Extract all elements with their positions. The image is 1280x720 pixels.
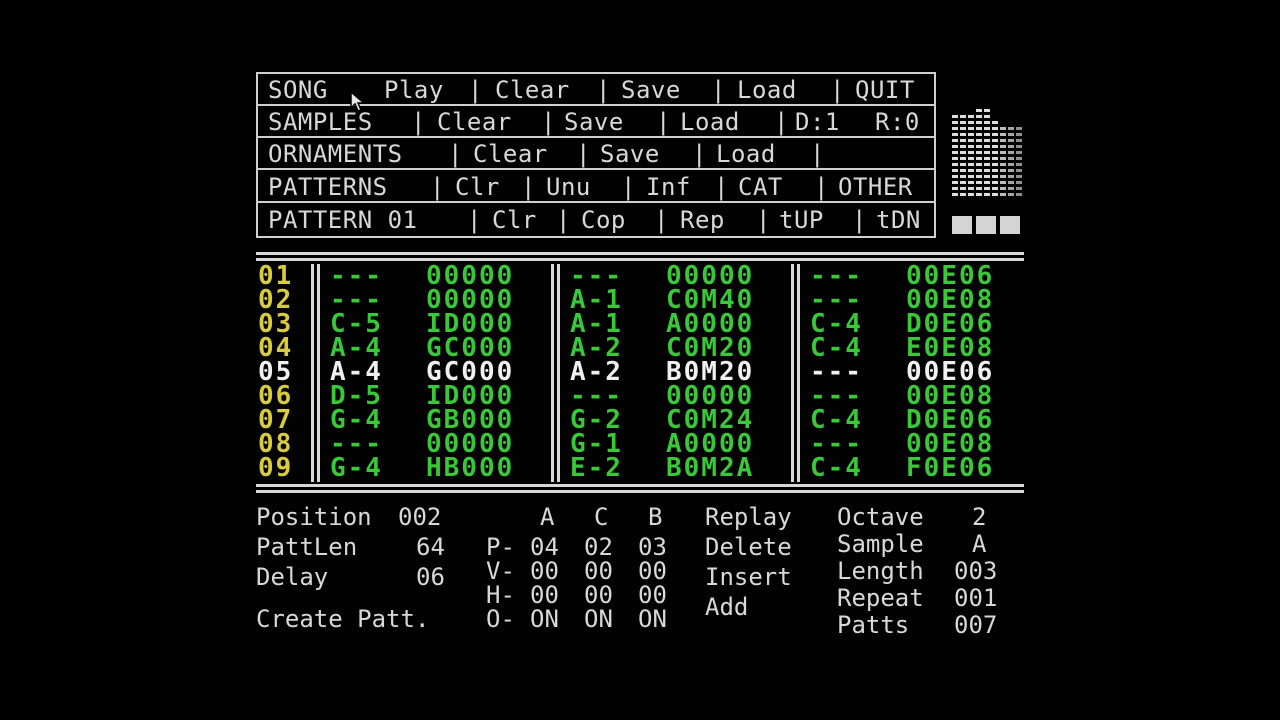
separator: | [756, 206, 771, 234]
separator: | [556, 206, 571, 234]
song-load-button[interactable]: Load [737, 77, 797, 103]
pattern-row[interactable]: 09 G-4 HB000 E-2 B0M2A C-4 F0E06 [256, 455, 1024, 481]
song-play-button[interactable]: Play [384, 77, 444, 103]
song-clear-button[interactable]: Clear [495, 77, 570, 103]
channel-b-indicator [976, 216, 996, 234]
delete-button[interactable]: Delete [705, 534, 792, 560]
sample-r-setting[interactable]: R:0 [875, 109, 920, 135]
channel-header-a: A [540, 503, 555, 531]
separator: | [621, 173, 636, 201]
patterns-clr-button[interactable]: Clr [455, 174, 500, 200]
mouse-pointer-icon [350, 90, 367, 112]
menu-row-ornaments: ORNAMENTS | Clear | Save | Load | [258, 138, 934, 170]
octave-value[interactable]: 2 [972, 504, 986, 530]
octave-label: Octave [837, 503, 924, 531]
quit-button[interactable]: QUIT [855, 77, 915, 103]
pattern-cop-button[interactable]: Cop [581, 207, 626, 233]
samples-clear-button[interactable]: Clear [437, 109, 512, 135]
sample-value[interactable]: A [972, 531, 986, 557]
pattern-tdn-button[interactable]: tDN [876, 207, 921, 233]
song-label: SONG [268, 76, 328, 104]
separator: | [654, 206, 669, 234]
samples-save-button[interactable]: Save [564, 109, 624, 135]
ornaments-clear-button[interactable]: Clear [473, 141, 548, 167]
repeat-value[interactable]: 001 [954, 585, 997, 611]
create-pattern-button[interactable]: Create Patt. [256, 606, 429, 632]
song-save-button[interactable]: Save [621, 77, 681, 103]
separator: | [692, 140, 707, 168]
pattern-clr-button[interactable]: Clr [492, 207, 537, 233]
separator: | [430, 173, 445, 201]
patterns-cat-button[interactable]: CAT [738, 174, 783, 200]
delay-value[interactable]: 06 [416, 564, 445, 590]
level-meter-icon [952, 100, 1024, 196]
separator: | [467, 206, 482, 234]
pattern-divider [256, 484, 1024, 487]
ornaments-save-button[interactable]: Save [600, 141, 660, 167]
pattern-rep-button[interactable]: Rep [680, 207, 725, 233]
patts-label: Patts [837, 611, 910, 639]
separator: | [814, 173, 829, 201]
length-label: Length [837, 557, 924, 585]
separator: | [810, 140, 825, 168]
patterns-inf-button[interactable]: Inf [646, 174, 691, 200]
add-button[interactable]: Add [705, 594, 748, 620]
separator: | [656, 108, 671, 136]
separator: | [711, 76, 726, 104]
channel-b-note[interactable]: E-2 [570, 455, 623, 481]
channel-header-c: C [594, 503, 609, 531]
position-value[interactable]: 002 [398, 504, 441, 530]
pattlen-value[interactable]: 64 [416, 534, 445, 560]
channel-a-note[interactable]: G-4 [330, 455, 383, 481]
separator: | [830, 76, 845, 104]
separator: | [541, 108, 556, 136]
replay-button[interactable]: Replay [705, 504, 792, 530]
o-value-a[interactable]: ON [530, 606, 559, 632]
channel-c-indicator [1000, 216, 1020, 234]
patterns-label: PATTERNS [268, 173, 388, 201]
separator: | [468, 76, 483, 104]
pattlen-label: PattLen [256, 533, 358, 561]
pattern-label: PATTERN 01 [268, 206, 418, 234]
pattern-divider [256, 490, 1024, 493]
menu-row-patterns: PATTERNS | Clr | Unu | Inf | CAT | OTHER [258, 171, 934, 203]
menu-row-pattern: PATTERN 01 | Clr | Cop | Rep | tUP | tDN [258, 204, 934, 236]
channel-a-indicator [952, 216, 972, 234]
channel-a-effect[interactable]: HB000 [426, 455, 514, 481]
patterns-unu-button[interactable]: Unu [546, 174, 591, 200]
channel-header-b: B [648, 503, 663, 531]
samples-load-button[interactable]: Load [680, 109, 740, 135]
o-value-b[interactable]: ON [638, 606, 667, 632]
row-number[interactable]: 09 [258, 455, 293, 481]
separator: | [411, 108, 426, 136]
separator: | [596, 76, 611, 104]
separator: | [774, 108, 789, 136]
o-value-c[interactable]: ON [584, 606, 613, 632]
patts-value[interactable]: 007 [954, 612, 997, 638]
patterns-other-button[interactable]: OTHER [838, 174, 913, 200]
separator: | [852, 206, 867, 234]
separator: | [521, 173, 536, 201]
pattern-divider [256, 252, 1024, 255]
channel-c-effect[interactable]: F0E06 [906, 455, 994, 481]
channel-b-effect[interactable]: B0M2A [666, 455, 754, 481]
sample-label: Sample [837, 530, 924, 558]
repeat-label: Repeat [837, 584, 924, 612]
length-value[interactable]: 003 [954, 558, 997, 584]
separator: | [448, 140, 463, 168]
separator: | [714, 173, 729, 201]
pattern-tup-button[interactable]: tUP [779, 207, 824, 233]
separator: | [576, 140, 591, 168]
insert-button[interactable]: Insert [705, 564, 792, 590]
ornaments-load-button[interactable]: Load [716, 141, 776, 167]
o-label: O- [486, 605, 515, 633]
delay-label: Delay [256, 563, 329, 591]
sample-d-setting[interactable]: D:1 [795, 109, 840, 135]
ornaments-label: ORNAMENTS [268, 140, 403, 168]
position-label: Position [256, 503, 372, 531]
channel-c-note[interactable]: C-4 [810, 455, 863, 481]
